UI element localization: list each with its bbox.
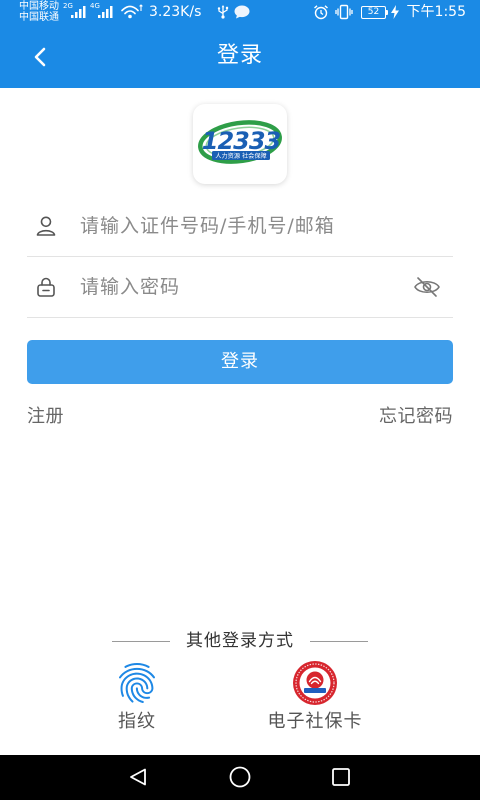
logo-number: 12333 [202, 127, 281, 155]
chevron-left-icon [33, 47, 47, 67]
user-icon [34, 214, 58, 238]
social-security-card-login-option[interactable]: 电子社保卡 [255, 655, 375, 735]
password-input[interactable] [80, 257, 403, 317]
message-icon [234, 5, 250, 19]
forgot-password-link[interactable]: 忘记密码 [379, 406, 453, 428]
carrier-2: 中国联通 [19, 12, 59, 23]
social-security-card-icon [292, 660, 338, 706]
status-bar: 中国移动 中国联通 2G 4G 3.23K/s 52 下午1:55 [0, 0, 480, 24]
back-button[interactable] [26, 44, 54, 70]
usb-icon [217, 5, 229, 19]
fingerprint-login-label: 指纹 [118, 711, 156, 732]
divider-right [310, 641, 368, 642]
divider-left [112, 641, 170, 642]
clock-time: 下午1:55 [406, 4, 466, 20]
login-button[interactable]: 登录 [27, 340, 453, 384]
lock-icon [34, 275, 58, 299]
signal-icon [98, 6, 113, 18]
carrier-1: 中国移动 [19, 1, 59, 12]
other-login-heading: 其他登录方式 [186, 631, 294, 651]
vibrate-icon [335, 4, 353, 20]
account-input[interactable] [80, 196, 443, 256]
carrier-labels: 中国移动 中国联通 [19, 1, 59, 23]
register-link[interactable]: 注册 [27, 406, 64, 428]
alarm-icon [313, 4, 329, 20]
app-logo: 12333 人力资源 社会保障 [193, 104, 287, 184]
home-circle-icon[interactable] [229, 766, 251, 788]
signal-icon [71, 6, 86, 18]
wifi-icon [121, 4, 143, 20]
back-triangle-icon[interactable] [128, 767, 148, 787]
eye-off-icon[interactable] [413, 276, 441, 298]
page-title: 登录 [216, 43, 263, 68]
battery-icon: 52 [361, 6, 386, 19]
account-field [27, 196, 453, 257]
password-field [27, 257, 453, 318]
app-header: 登录 [0, 24, 480, 88]
fingerprint-login-option[interactable]: 指纹 [77, 655, 197, 735]
battery-level: 52 [367, 7, 380, 17]
network-speed: 3.23K/s [149, 4, 202, 20]
logo-tagline: 人力资源 社会保障 [215, 152, 266, 160]
recent-apps-icon[interactable] [332, 768, 350, 786]
charging-icon [391, 5, 399, 19]
battery-nub [386, 10, 388, 15]
system-navigation-bar [0, 755, 480, 800]
fingerprint-icon [113, 659, 161, 707]
social-security-card-login-label: 电子社保卡 [267, 711, 363, 732]
